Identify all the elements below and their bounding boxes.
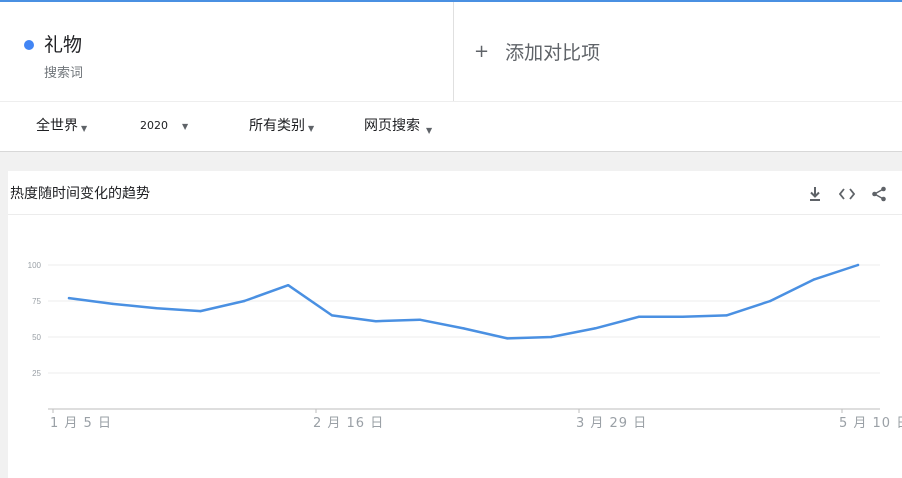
time-range-filter[interactable]: 2020 ▼: [140, 119, 188, 132]
x-tick-label: 1 月 5 日: [50, 416, 112, 431]
data-point: [725, 314, 728, 317]
data-point: [549, 335, 553, 339]
data-point: [769, 299, 772, 303]
data-point: [812, 278, 816, 281]
data-point: [593, 327, 597, 330]
data-point: [637, 315, 641, 319]
add-comparison-label: 添加对比项: [505, 42, 601, 64]
data-point: [330, 314, 334, 317]
x-tick-label: 5 月 10 日: [839, 416, 902, 431]
search-type-filter-label: 网页搜索: [364, 118, 420, 134]
interest-over-time-card: 热度随时间变化的趋势 25 50 75 100 1 月 5 日2 月 16 日3 月 2…: [8, 171, 902, 478]
search-term-card[interactable]: 礼物 搜索词: [0, 2, 454, 101]
search-terms-bar: 礼物 搜索词 + 添加对比项: [0, 2, 902, 101]
data-point: [199, 309, 202, 313]
y-tick-label: 75: [32, 297, 41, 306]
caret-down-icon: ▼: [308, 123, 315, 133]
data-point: [856, 263, 860, 267]
plus-icon: +: [474, 41, 490, 62]
data-point: [155, 307, 158, 310]
data-point: [418, 318, 421, 321]
search-term-name[interactable]: 礼物: [44, 30, 82, 57]
data-point: [243, 299, 246, 303]
x-tick-label: 3 月 29 日: [576, 416, 647, 431]
search-term-type: 搜索词: [44, 66, 84, 81]
caret-down-icon: ▼: [182, 122, 189, 131]
trend-line-chart: 25 50 75 100 1 月 5 日 2 月 16 日 3 月 29 日 5 月 10 日: [28, 261, 902, 431]
data-point: [374, 319, 378, 323]
term-color-dot: [24, 40, 34, 50]
data-point: [111, 302, 115, 306]
time-range-filter-label: 2020: [140, 119, 168, 132]
data-point: [286, 283, 290, 287]
region-filter-label: 全世界: [36, 118, 78, 134]
category-filter[interactable]: 所有类别 ▼: [249, 115, 314, 135]
filter-bar: 全世界 ▼ 2020 ▼ 所有类别 ▼ 网页搜索 ▼: [0, 101, 902, 152]
add-comparison-button[interactable]: + 添加对比项: [454, 2, 902, 101]
data-point: [462, 327, 465, 330]
region-filter[interactable]: 全世界 ▼: [36, 115, 87, 135]
y-tick-label: 25: [32, 369, 41, 378]
category-filter-label: 所有类别: [249, 118, 305, 134]
caret-down-icon: ▼: [81, 123, 88, 133]
data-point: [681, 315, 684, 319]
caret-down-icon: ▼: [426, 125, 433, 135]
data-point: [506, 337, 509, 340]
y-tick-label: 100: [28, 261, 42, 270]
data-point: [67, 296, 71, 300]
x-tick-label: 2 月 16 日: [313, 416, 384, 431]
search-type-filter[interactable]: 网页搜索 ▼: [364, 115, 432, 135]
y-tick-label: 50: [32, 333, 41, 342]
